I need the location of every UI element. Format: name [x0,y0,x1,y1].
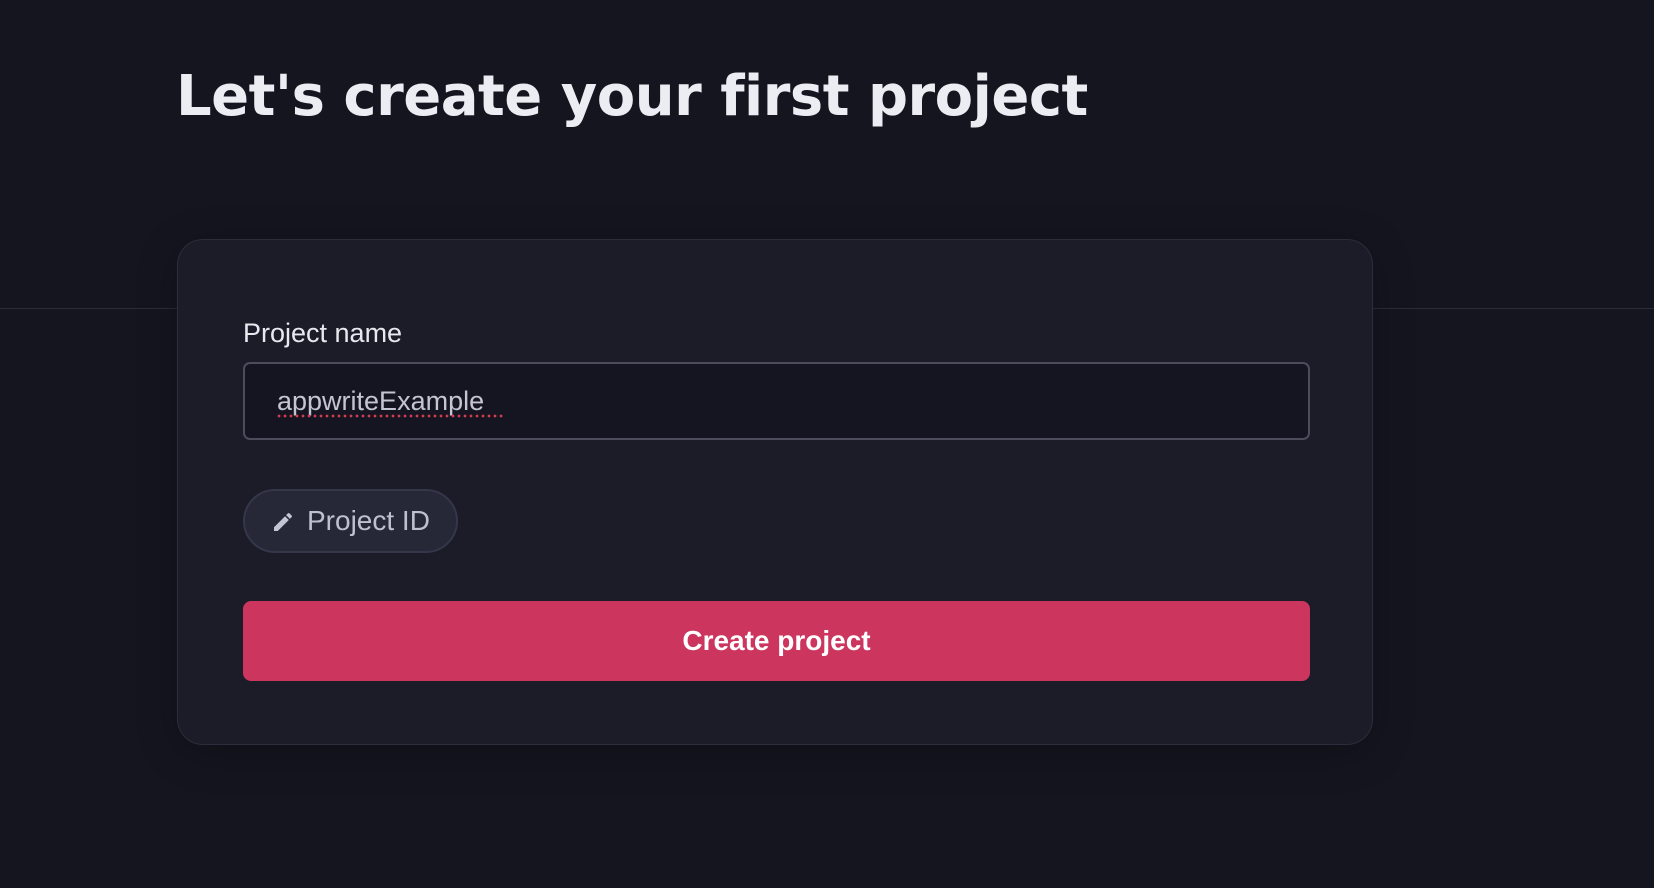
spellcheck-underline [276,414,504,418]
project-id-button[interactable]: Project ID [243,489,458,553]
project-id-label: Project ID [307,505,430,536]
page-title: Let's create your first project [176,64,1088,129]
project-name-input[interactable] [243,362,1310,440]
create-project-button[interactable]: Create project [243,601,1310,681]
create-project-card: Project name Project ID Create project [177,239,1373,745]
pencil-icon [271,509,295,533]
project-name-label: Project name [243,318,403,348]
